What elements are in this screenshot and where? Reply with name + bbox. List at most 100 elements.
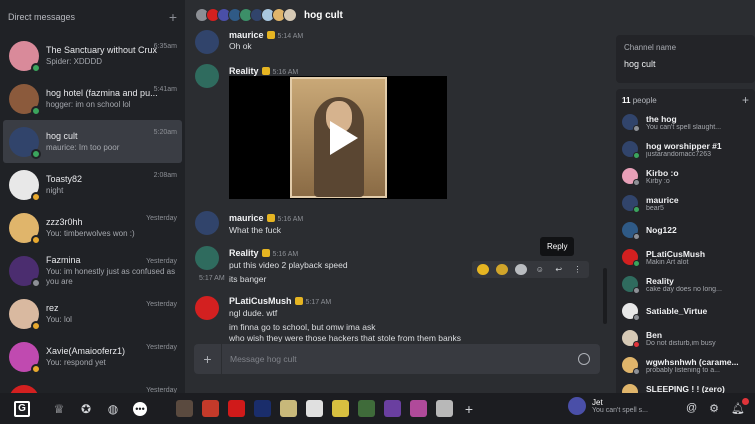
- avatar: [9, 212, 41, 245]
- avatar[interactable]: [195, 64, 219, 88]
- message-author[interactable]: PLatiCusMush 5:17 AM: [229, 296, 331, 306]
- avatar: [622, 357, 640, 375]
- add-person-icon[interactable]: +: [742, 94, 749, 106]
- at-icon[interactable]: @: [686, 402, 697, 415]
- dm-item[interactable]: hog hotel (fazmina and pu... hogger: im o…: [3, 77, 182, 120]
- message-author[interactable]: maurice 5:14 AM: [229, 30, 303, 40]
- dm-time: Yesterday: [146, 344, 177, 351]
- globe-icon[interactable]: ◍: [106, 402, 120, 416]
- member-avatar-stack[interactable]: [195, 8, 297, 22]
- trophy-icon[interactable]: ♕: [52, 402, 66, 416]
- dm-item[interactable]: Xavie(Amaiooferz1) You: respond yet Yester…: [3, 335, 182, 378]
- member-item[interactable]: maurice bear5: [622, 190, 749, 216]
- game-tile[interactable]: [384, 400, 401, 417]
- avatar: [9, 384, 39, 393]
- message[interactable]: maurice 5:16 AM What the fuck: [185, 211, 605, 237]
- reaction-thumb-icon[interactable]: [496, 264, 509, 275]
- status-dot: [633, 341, 640, 348]
- dm-time: 2:08am: [153, 172, 177, 179]
- member-name: Kirbo :o: [646, 167, 679, 178]
- avatar: [622, 195, 640, 213]
- dm-preview: night: [46, 186, 64, 195]
- member-name: Ben: [646, 329, 663, 340]
- scrollbar[interactable]: [603, 268, 607, 324]
- add-reaction-icon[interactable]: ☺: [534, 264, 546, 275]
- channel-name-card[interactable]: Channel name hog cult: [616, 35, 755, 83]
- reaction-skull-icon[interactable]: [515, 264, 528, 275]
- dm-list-header: Direct messages +: [0, 0, 185, 34]
- dm-item[interactable]: rez You: lol Yesterday: [3, 292, 182, 335]
- dm-list-title: Direct messages: [8, 12, 76, 22]
- message[interactable]: PLatiCusMush 5:17 AM ngl dude. wtf im fin…: [185, 294, 605, 342]
- member-item[interactable]: Nog122: [622, 217, 749, 243]
- member-item[interactable]: Satiable_Virtue: [622, 298, 749, 324]
- game-tile[interactable]: [228, 400, 245, 417]
- avatar: [622, 330, 640, 348]
- channel-name-label: Channel name: [624, 43, 677, 52]
- current-user[interactable]: Jet You can't spell s...: [568, 397, 648, 415]
- play-icon[interactable]: [330, 121, 358, 155]
- notifications-icon[interactable]: 🔔︎: [731, 398, 749, 415]
- add-game-icon[interactable]: +: [462, 402, 476, 416]
- member-name: SLEEPING ! ! (zero): [646, 383, 725, 394]
- video-embed[interactable]: [229, 76, 447, 199]
- chat-bubble-icon[interactable]: •••: [133, 401, 147, 416]
- avatar[interactable]: [195, 30, 219, 54]
- dm-preview: You: timberwolves won :): [46, 229, 135, 238]
- message-text: ngl dude. wtf: [229, 308, 278, 318]
- game-tile[interactable]: [436, 400, 453, 417]
- message-author[interactable]: Reality 5:16 AM: [229, 248, 298, 258]
- settings-icon[interactable]: ⚙: [709, 402, 719, 415]
- member-item[interactable]: wgwhsnhwh (carame... probably listening t…: [622, 352, 749, 378]
- member-item[interactable]: Kirbo :o Kirby :o: [622, 163, 749, 189]
- bottom-bar: G ♕ ✪ ◍ ••• + Jet You can't spell s... @…: [0, 393, 755, 424]
- dm-item[interactable]: Fazmina You: im honestly just as confused…: [3, 249, 182, 292]
- star-badge-icon[interactable]: ✪: [79, 402, 93, 416]
- more-options-icon[interactable]: ⋮: [572, 264, 584, 275]
- message-author[interactable]: Reality 5:16 AM: [229, 66, 298, 76]
- avatar[interactable]: [195, 296, 219, 320]
- game-tile[interactable]: [332, 400, 349, 417]
- game-tile[interactable]: [358, 400, 375, 417]
- avatar[interactable]: [195, 211, 219, 235]
- member-item[interactable]: Reality cake day does no long...: [622, 271, 749, 297]
- game-tile[interactable]: [280, 400, 297, 417]
- message-composer: +: [194, 344, 600, 374]
- dm-item[interactable]: Toasty82 night 2:08am: [3, 163, 182, 206]
- plus-icon[interactable]: +: [169, 9, 177, 25]
- dm-item[interactable]: zzz3r0hh You: timberwolves won :) Yesterda…: [3, 206, 182, 249]
- crown-icon: [261, 249, 270, 257]
- message[interactable]: maurice 5:14 AM Oh ok: [185, 30, 605, 56]
- g-logo-icon[interactable]: G: [14, 400, 30, 417]
- channel-name-value[interactable]: hog cult: [624, 59, 747, 69]
- reaction-laugh-icon[interactable]: [477, 264, 490, 275]
- emoji-icon[interactable]: [578, 353, 590, 365]
- message-input[interactable]: [222, 354, 578, 364]
- message-author[interactable]: maurice 5:16 AM: [229, 213, 303, 223]
- avatar[interactable]: [568, 397, 586, 415]
- avatar: [622, 168, 640, 186]
- chat-pane: hog cult maurice 5:14 AM Oh ok Reality 5:1…: [185, 0, 755, 393]
- member-item[interactable]: the hog You can't spell slaught...: [622, 109, 749, 135]
- dm-item[interactable]: PLatiCusMushYesterday: [3, 378, 182, 393]
- status-dot: [31, 105, 41, 116]
- user-status: You can't spell s...: [592, 407, 648, 414]
- game-tile[interactable]: [176, 400, 193, 417]
- member-item[interactable]: hog worshipper #1 justarandomacc7263: [622, 136, 749, 162]
- game-tile[interactable]: [202, 400, 219, 417]
- dm-item[interactable]: The Sanctuary without Crux Spider: XDDDD 6…: [3, 34, 182, 77]
- member-item[interactable]: PLatiCusMush Makin Art alot: [622, 244, 749, 270]
- reply-icon[interactable]: ↩: [553, 264, 565, 275]
- game-tile[interactable]: [306, 400, 323, 417]
- member-name: maurice: [646, 194, 679, 205]
- dm-item[interactable]: hog cult maurice: Im too poor 5:20am: [3, 120, 182, 163]
- game-tile[interactable]: [410, 400, 427, 417]
- member-item[interactable]: Ben Do not disturb,im busy: [622, 325, 749, 351]
- game-tile[interactable]: [254, 400, 271, 417]
- attach-plus-icon[interactable]: +: [194, 344, 222, 374]
- avatar: [622, 276, 640, 294]
- crown-icon: [261, 67, 270, 75]
- dm-preview: You: respond yet: [46, 358, 106, 367]
- message-list[interactable]: maurice 5:14 AM Oh ok Reality 5:16 AM ma…: [185, 30, 610, 342]
- avatar[interactable]: [195, 246, 219, 270]
